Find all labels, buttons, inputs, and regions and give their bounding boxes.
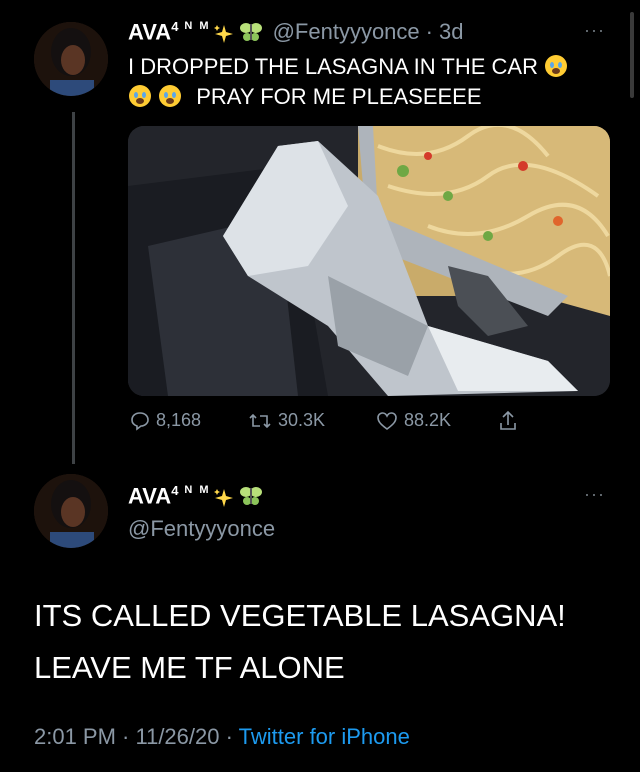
scrollbar[interactable]	[630, 12, 634, 98]
timestamp[interactable]: 2:01 PM · 11/26/20	[34, 724, 220, 749]
butterfly-icon	[239, 487, 262, 506]
display-name[interactable]: AVA4	[128, 483, 178, 509]
like-icon	[377, 411, 397, 430]
reply-icon	[131, 411, 149, 431]
like-button[interactable]: 88.2K	[376, 410, 451, 431]
name-suffix: N M	[184, 20, 211, 33]
separator: ·	[425, 19, 433, 45]
tweet-actions: 8,168 30.3K 88.2K	[128, 410, 548, 440]
handle[interactable]: @Fentyyyonce	[128, 516, 275, 542]
crying-face-icon	[159, 85, 182, 107]
tweet-header: AVA4 N M @Fentyyyonce · 3d	[128, 19, 463, 45]
reply-button[interactable]: 8,168	[130, 410, 201, 431]
retweet-icon	[249, 413, 271, 428]
share-button[interactable]	[498, 410, 518, 432]
crying-face-icon	[545, 55, 568, 77]
tweet-header: AVA4 N M	[128, 483, 263, 509]
separator: ·	[225, 724, 233, 749]
handle[interactable]: @Fentyyyonce	[273, 19, 420, 45]
source-link[interactable]: Twitter for iPhone	[239, 724, 410, 749]
avatar[interactable]	[34, 474, 108, 548]
butterfly-icon	[239, 23, 262, 42]
tweet-text: I DROPPED THE LASAGNA IN THE CAR PRAY FO…	[128, 52, 568, 112]
tweet-text: ITS CALLED VEGETABLE LASAGNA! LEAVE ME T…	[34, 598, 566, 685]
avatar[interactable]	[34, 22, 108, 96]
retweet-button[interactable]: 30.3K	[248, 410, 325, 431]
sparkles-icon	[213, 25, 233, 44]
name-suffix: N M	[184, 484, 211, 497]
share-icon	[500, 410, 516, 430]
tweet-meta: 2:01 PM · 11/26/20 · Twitter for iPhone	[34, 724, 410, 750]
more-button[interactable]: ···	[584, 20, 605, 41]
tweet-photo[interactable]	[128, 126, 610, 396]
sparkles-icon	[213, 489, 233, 508]
thread-line	[72, 112, 75, 464]
crying-face-icon	[129, 85, 151, 107]
timestamp[interactable]: 3d	[439, 19, 463, 45]
display-name[interactable]: AVA4	[128, 19, 178, 45]
more-button[interactable]: ···	[584, 484, 605, 505]
